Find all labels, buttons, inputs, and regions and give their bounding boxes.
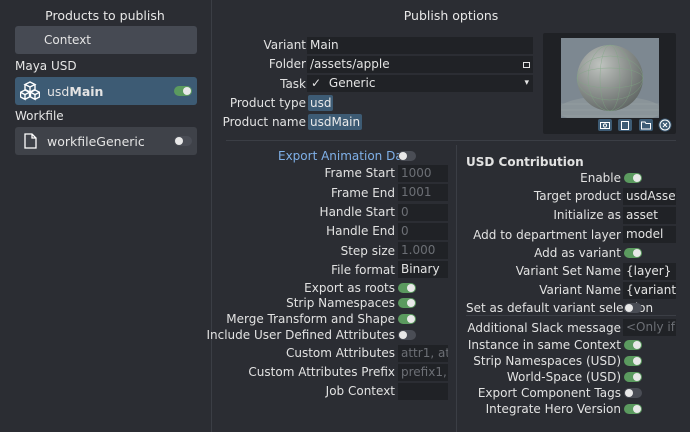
camera-icon[interactable]: [598, 119, 612, 131]
browse-icon[interactable]: [639, 119, 653, 131]
folder-browse-icon[interactable]: [523, 62, 530, 68]
file-format-label: File format: [331, 263, 395, 277]
strip-namespaces-label: Strip Namespaces: [286, 296, 395, 310]
hero-version-label: Integrate Hero Version: [485, 402, 621, 416]
world-space-toggle[interactable]: [624, 372, 642, 382]
product-item-usdmain[interactable]: usdMain: [15, 77, 197, 105]
file-icon: [24, 133, 37, 149]
frame-end-input[interactable]: 1001: [398, 184, 448, 201]
add-as-variant-toggle[interactable]: [624, 248, 642, 258]
products-title: Products to publish: [45, 8, 165, 23]
product-name-label: Product name: [222, 115, 306, 129]
thumbnail-image: [561, 38, 659, 118]
product-item-workfilegeneric[interactable]: workfileGeneric: [15, 127, 197, 155]
custom-attributes-prefix-input[interactable]: prefix1, p: [398, 364, 448, 381]
variant-name-input[interactable]: {variant}: [623, 282, 676, 299]
task-check-icon: ✓: [311, 76, 322, 90]
department-layer-label: Add to department layer: [473, 228, 621, 242]
product-item-label: usdMain: [47, 84, 104, 99]
custom-attributes-prefix-label: Custom Attributes Prefix: [248, 365, 395, 379]
file-format-select[interactable]: Binary: [398, 261, 448, 278]
strip-ns-usd-label: Strip Namespaces (USD): [473, 354, 621, 368]
clear-icon[interactable]: [658, 118, 672, 132]
chevron-down-icon: ▾: [524, 78, 529, 88]
product-name-value: usdMain: [308, 114, 363, 130]
folder-label: Folder: [268, 57, 306, 71]
enable-label: Enable: [580, 171, 621, 185]
usd-contribution-title: USD Contribution: [466, 155, 584, 169]
export-as-roots-label: Export as roots: [304, 281, 395, 295]
context-label: Context: [44, 33, 92, 47]
section-divider: [226, 140, 676, 141]
include-user-attrs-label: Include User Defined Attributes: [206, 328, 395, 342]
group-label-maya-usd: Maya USD: [15, 59, 77, 73]
variant-input[interactable]: Main: [307, 37, 533, 54]
job-context-input[interactable]: [398, 383, 448, 400]
instance-context-toggle[interactable]: [624, 340, 642, 350]
product-item-label: workfileGeneric: [47, 134, 145, 149]
merge-transform-toggle[interactable]: [398, 314, 416, 324]
strip-ns-usd-toggle[interactable]: [624, 356, 642, 366]
variant-name-label: Variant Name: [539, 283, 621, 297]
strip-namespaces-toggle[interactable]: [398, 298, 416, 308]
group-label-workfile: Workfile: [15, 109, 64, 123]
task-label: Task: [280, 77, 306, 91]
handle-end-label: Handle End: [326, 224, 395, 238]
clipboard-icon[interactable]: [618, 119, 632, 131]
handle-start-input[interactable]: 0: [398, 204, 448, 221]
frame-start-label: Frame Start: [324, 166, 395, 180]
export-as-roots-toggle[interactable]: [398, 283, 416, 293]
enable-toggle[interactable]: [624, 173, 642, 183]
product-enable-toggle[interactable]: [174, 136, 192, 146]
custom-attributes-input[interactable]: attr1, attr: [398, 345, 448, 362]
component-tags-toggle[interactable]: [624, 388, 642, 398]
world-space-label: World-Space (USD): [506, 370, 621, 384]
product-enable-toggle[interactable]: [174, 86, 192, 96]
slack-message-label: Additional Slack message: [467, 321, 621, 335]
frame-start-input[interactable]: 1000: [398, 165, 448, 182]
hero-version-toggle[interactable]: [624, 404, 642, 414]
default-variant-toggle[interactable]: [624, 303, 642, 313]
target-product-input[interactable]: usdAsset: [623, 188, 676, 205]
job-context-label: Job Context: [325, 384, 395, 398]
variant-label: Variant: [263, 38, 306, 52]
product-type-value: usd: [308, 95, 334, 111]
export-animation-toggle[interactable]: [398, 151, 416, 161]
variant-set-name-input[interactable]: {layer}: [623, 263, 676, 280]
merge-transform-label: Merge Transform and Shape: [226, 312, 395, 326]
instance-context-label: Instance in same Context: [467, 338, 621, 352]
variant-set-name-label: Variant Set Name: [515, 264, 621, 278]
export-animation-label: Export Animation Data: [278, 149, 415, 163]
handle-start-label: Handle Start: [319, 205, 395, 219]
step-size-input[interactable]: 1.000: [398, 242, 448, 259]
initialize-as-label: Initialize as: [553, 208, 621, 222]
folder-input[interactable]: /assets/apple: [307, 56, 533, 73]
initialize-as-select[interactable]: asset: [623, 207, 676, 224]
context-item[interactable]: Context: [15, 26, 197, 54]
add-as-variant-label: Add as variant: [534, 246, 621, 260]
cubes-icon: [20, 81, 40, 101]
component-tags-label: Export Component Tags: [477, 386, 621, 400]
target-product-label: Target product: [533, 189, 621, 203]
include-user-attrs-toggle[interactable]: [398, 330, 416, 340]
task-select[interactable]: ✓ Generic ▾: [307, 75, 533, 92]
frame-end-label: Frame End: [330, 186, 395, 200]
options-divider: [456, 145, 457, 432]
slack-message-input[interactable]: <Only if Sl: [623, 319, 676, 336]
publish-options-title: Publish options: [403, 8, 499, 23]
custom-attributes-label: Custom Attributes: [285, 346, 395, 360]
step-size-label: Step size: [340, 244, 395, 258]
panel-divider: [211, 0, 212, 432]
product-type-label: Product type: [229, 96, 306, 110]
department-layer-select[interactable]: model: [623, 226, 676, 243]
usd-divider: [466, 315, 676, 316]
handle-end-input[interactable]: 0: [398, 223, 448, 240]
